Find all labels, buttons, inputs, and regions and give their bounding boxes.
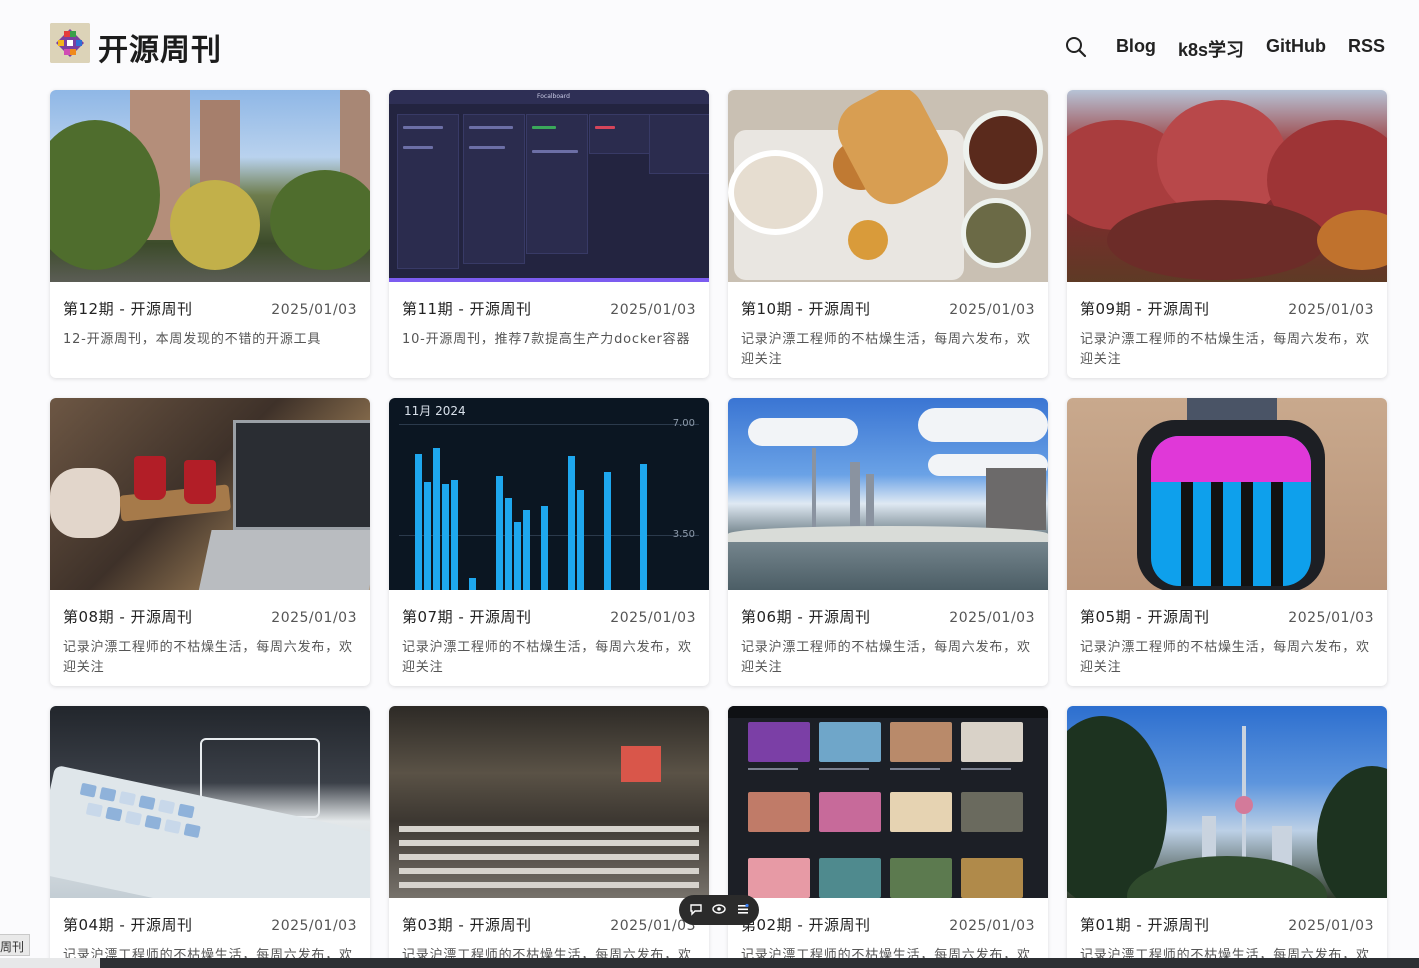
- post-thumbnail[interactable]: [1067, 398, 1387, 590]
- post-thumbnail[interactable]: 11月 2024 7.00 3.50: [389, 398, 709, 590]
- post-card-08[interactable]: 第08期 - 开源周刊 2025/01/03 记录沪漂工程师的不枯燥生活，每周六…: [50, 398, 370, 686]
- post-card-01[interactable]: 第01期 - 开源周刊 2025/01/03 记录沪漂工程师的不枯燥生活，每周六…: [1067, 706, 1387, 968]
- post-thumbnail[interactable]: [1067, 706, 1387, 898]
- post-card-05[interactable]: 第05期 - 开源周刊 2025/01/03 记录沪漂工程师的不枯燥生活，每周六…: [1067, 398, 1387, 686]
- post-description: 12-开源周刊，本周发现的不错的开源工具: [63, 332, 322, 347]
- post-thumbnail[interactable]: [50, 398, 370, 590]
- eye-icon[interactable]: [712, 902, 726, 919]
- site-logo[interactable]: [50, 23, 90, 63]
- post-title[interactable]: 第05期 - 开源周刊: [1080, 606, 1210, 627]
- post-date: 2025/01/03: [610, 610, 696, 626]
- board-title: Focalboard: [537, 93, 570, 100]
- post-card-10[interactable]: 第10期 - 开源周刊 2025/01/03 记录沪漂工程师的不枯燥生活，每周六…: [728, 90, 1048, 378]
- post-title[interactable]: 第04期 - 开源周刊: [63, 914, 193, 935]
- post-card-07[interactable]: 11月 2024 7.00 3.50 第07期 - 开源周刊 2025/01/0…: [389, 398, 709, 686]
- nav-github[interactable]: GitHub: [1266, 36, 1326, 62]
- post-card-04[interactable]: 第04期 - 开源周刊 2025/01/03 记录沪漂工程师的不枯燥生活，每周六…: [50, 706, 370, 968]
- floating-toolbar: [679, 895, 759, 925]
- post-date: 2025/01/03: [610, 302, 696, 318]
- post-description: 记录沪漂工程师的不枯燥生活，每周六发布，欢迎关注: [63, 640, 353, 675]
- main-nav: Blog k8s学习 GitHub RSS: [1116, 36, 1385, 62]
- chart-month-label: 11月 2024: [404, 404, 466, 418]
- post-card-09[interactable]: 第09期 - 开源周刊 2025/01/03 记录沪漂工程师的不枯燥生活，每周六…: [1067, 90, 1387, 378]
- post-thumbnail[interactable]: [50, 90, 370, 282]
- post-thumbnail[interactable]: [50, 706, 370, 898]
- post-date: 2025/01/03: [1288, 610, 1374, 626]
- post-title[interactable]: 第02期 - 开源周刊: [741, 914, 871, 935]
- list-icon[interactable]: [736, 902, 750, 919]
- bottom-taskbar: [0, 958, 1419, 968]
- post-description: 10-开源周刊，推荐7款提高生产力docker容器: [402, 332, 691, 347]
- post-card-11[interactable]: Focalboard 第11期 - 开源周刊 2025/01/03 10-开源周…: [389, 90, 709, 378]
- site-header: 开源周刊 Blog k8s学习 GitHub RSS: [0, 0, 1419, 90]
- post-title[interactable]: 第10期 - 开源周刊: [741, 298, 871, 319]
- post-date: 2025/01/03: [949, 610, 1035, 626]
- post-thumbnail[interactable]: [1067, 90, 1387, 282]
- post-thumbnail[interactable]: [728, 398, 1048, 590]
- post-description: 记录沪漂工程师的不枯燥生活，每周六发布，欢迎关注: [1080, 332, 1370, 367]
- post-date: 2025/01/03: [1288, 918, 1374, 934]
- post-description: 记录沪漂工程师的不枯燥生活，每周六发布，欢迎关注: [741, 640, 1031, 675]
- post-date: 2025/01/03: [271, 918, 357, 934]
- post-title[interactable]: 第08期 - 开源周刊: [63, 606, 193, 627]
- post-date: 2025/01/03: [271, 610, 357, 626]
- post-description: 记录沪漂工程师的不枯燥生活，每周六发布，欢迎关注: [741, 332, 1031, 367]
- post-thumbnail[interactable]: [728, 90, 1048, 282]
- chart-axis-mid: 3.50: [672, 529, 695, 540]
- site-title[interactable]: 开源周刊: [98, 25, 222, 69]
- post-thumbnail[interactable]: [389, 706, 709, 898]
- post-date: 2025/01/03: [949, 302, 1035, 318]
- post-description: 记录沪漂工程师的不枯燥生活，每周六发布，欢迎关注: [402, 640, 692, 675]
- post-title[interactable]: 第03期 - 开源周刊: [402, 914, 532, 935]
- post-card-03[interactable]: 第03期 - 开源周刊 2025/01/03 记录沪漂工程师的不枯燥生活，每周六…: [389, 706, 709, 968]
- post-card-06[interactable]: 第06期 - 开源周刊 2025/01/03 记录沪漂工程师的不枯燥生活，每周六…: [728, 398, 1048, 686]
- post-date: 2025/01/03: [1288, 302, 1374, 318]
- nav-blog[interactable]: Blog: [1116, 36, 1156, 62]
- comment-icon[interactable]: [689, 902, 703, 919]
- post-date: 2025/01/03: [271, 302, 357, 318]
- post-description: 记录沪漂工程师的不枯燥生活，每周六发布，欢迎关注: [1080, 640, 1370, 675]
- post-title[interactable]: 第09期 - 开源周刊: [1080, 298, 1210, 319]
- search-icon[interactable]: [1064, 35, 1088, 59]
- page: 开源周刊 Blog k8s学习 GitHub RSS 第12期 - 开源周刊 2…: [0, 0, 1419, 968]
- side-tab[interactable]: 周刊: [0, 934, 30, 956]
- post-title[interactable]: 第11期 - 开源周刊: [402, 298, 532, 319]
- post-grid: 第12期 - 开源周刊 2025/01/03 12-开源周刊，本周发现的不错的开…: [50, 90, 1388, 968]
- nav-rss[interactable]: RSS: [1348, 36, 1385, 62]
- chart-axis-top: 7.00: [672, 418, 695, 429]
- post-date: 2025/01/03: [949, 918, 1035, 934]
- side-tab-label: 周刊: [0, 940, 25, 954]
- nav-k8s[interactable]: k8s学习: [1178, 36, 1244, 62]
- post-card-12[interactable]: 第12期 - 开源周刊 2025/01/03 12-开源周刊，本周发现的不错的开…: [50, 90, 370, 378]
- post-card-02[interactable]: 第02期 - 开源周刊 2025/01/03 记录沪漂工程师的不枯燥生活，每周六…: [728, 706, 1048, 968]
- post-thumbnail[interactable]: [728, 706, 1048, 898]
- post-thumbnail[interactable]: Focalboard: [389, 90, 709, 282]
- post-title[interactable]: 第07期 - 开源周刊: [402, 606, 532, 627]
- post-title[interactable]: 第12期 - 开源周刊: [63, 298, 193, 319]
- post-title[interactable]: 第01期 - 开源周刊: [1080, 914, 1210, 935]
- post-title[interactable]: 第06期 - 开源周刊: [741, 606, 871, 627]
